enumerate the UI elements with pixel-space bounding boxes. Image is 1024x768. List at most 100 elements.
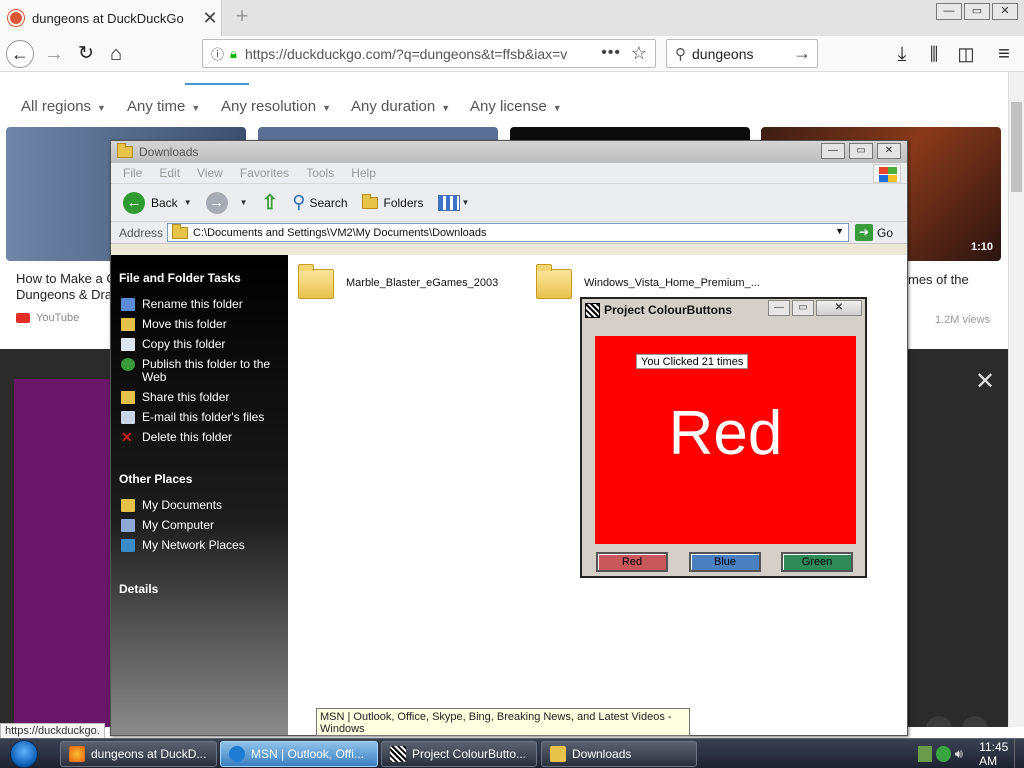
filter-duration[interactable]: Any duration ▼ [351, 98, 450, 115]
taskbar-item-ie[interactable]: MSN | Outlook, Offi... [220, 741, 378, 767]
address-dropdown-icon[interactable]: ▼ [835, 226, 844, 236]
place-my-documents[interactable]: My Documents [111, 499, 288, 512]
back-button[interactable]: ← [6, 40, 34, 68]
new-tab-button[interactable]: + [230, 4, 254, 28]
reload-button[interactable]: ↻ [72, 40, 100, 68]
volume-icon[interactable]: 🔊︎ [955, 746, 969, 762]
minimize-button[interactable]: — [768, 300, 790, 316]
red-button[interactable]: Red [596, 552, 668, 572]
go-button[interactable]: ➜ Go [855, 224, 893, 241]
forward-arrow-icon: → [205, 191, 228, 214]
details-heading[interactable]: Details [111, 582, 288, 596]
home-button[interactable]: ⌂ [102, 40, 130, 68]
folders-button[interactable]: Folders [361, 193, 424, 210]
task-share[interactable]: Share this folder [111, 391, 288, 404]
menu-view[interactable]: View [197, 166, 223, 180]
search-button[interactable]: ⚲ Search [292, 192, 347, 213]
task-rename[interactable]: Rename this folder [111, 298, 288, 311]
taskbar-item-downloads[interactable]: Downloads [541, 741, 697, 767]
task-label: Move this folder [142, 317, 227, 331]
back-label: Back [151, 195, 178, 210]
task-publish[interactable]: Publish this folder to the Web [111, 358, 288, 384]
maximize-button[interactable]: ▭ [849, 143, 873, 159]
url-text[interactable]: https://duckduckgo.com/?q=dungeons&t=ffs… [245, 46, 585, 62]
blue-button[interactable]: Blue [689, 552, 761, 572]
app-titlebar[interactable]: Project ColourButtons — ▭ ✕ [582, 299, 865, 321]
menu-icon[interactable]: ≡ [990, 40, 1018, 68]
up-folder-button[interactable]: ⇧ [262, 190, 279, 215]
task-label: MSN | Outlook, Offi... [251, 747, 364, 761]
close-button[interactable]: ✕ [816, 300, 862, 316]
back-button[interactable]: ← Back ▼ [123, 191, 192, 214]
file-name[interactable]: Windows_Vista_Home_Premium_... [584, 277, 760, 289]
maximize-button[interactable]: ▭ [964, 3, 990, 20]
library-icon[interactable]: ⫼ [920, 40, 948, 68]
filter-regions[interactable]: All regions ▼ [21, 98, 106, 115]
network-tray-icon[interactable] [918, 746, 933, 762]
task-delete[interactable]: ✕ Delete this folder [111, 430, 288, 444]
bookmark-star-icon[interactable]: ☆ [631, 43, 647, 64]
url-bar[interactable]: ⓘ 🔒︎ https://duckduckgo.com/?q=dungeons&… [202, 39, 656, 68]
close-preview-icon[interactable]: ✕ [975, 367, 995, 396]
filter-time[interactable]: Any time ▼ [127, 98, 200, 115]
task-email[interactable]: E-mail this folder's files [111, 411, 288, 424]
taskbar-item-firefox[interactable]: dungeons at DuckD... [60, 741, 217, 767]
menu-edit[interactable]: Edit [159, 166, 180, 180]
downloads-icon[interactable]: ⤓ [888, 40, 916, 68]
menu-favorites[interactable]: Favorites [240, 166, 289, 180]
page-scrollbar[interactable] [1008, 72, 1024, 727]
search-icon: ⚲ [675, 45, 686, 63]
taskbar-item-colourbuttons[interactable]: Project ColourButto... [381, 741, 537, 767]
task-label: Project ColourButto... [412, 747, 527, 761]
previous-arrow-icon[interactable]: ‹ [926, 716, 952, 727]
show-desktop-button[interactable] [1014, 739, 1024, 768]
address-input[interactable]: C:\Documents and Settings\VM2\My Documen… [167, 223, 850, 242]
folder-icon[interactable] [298, 264, 334, 299]
views-button[interactable]: ▼ [437, 194, 469, 211]
close-button[interactable]: ✕ [992, 3, 1018, 20]
page-actions-icon[interactable]: ••• [601, 44, 621, 62]
taskbar: dungeons at DuckD... MSN | Outlook, Offi… [0, 738, 1024, 768]
menu-tools[interactable]: Tools [306, 166, 334, 180]
other-places-heading[interactable]: Other Places [111, 472, 288, 486]
file-folder-tasks-heading[interactable]: File and Folder Tasks [111, 271, 288, 285]
youtube-icon [16, 313, 30, 323]
task-label: Rename this folder [142, 297, 243, 311]
file-name[interactable]: Marble_Blaster_eGames_2003 [346, 277, 498, 289]
minimize-button[interactable]: — [821, 143, 845, 159]
maximize-button[interactable]: ▭ [792, 300, 814, 316]
folder-icon[interactable] [536, 264, 572, 299]
green-button[interactable]: Green [781, 552, 853, 572]
close-tab-icon[interactable]: ✕ [199, 8, 221, 29]
video-title[interactable]: mes of the [908, 272, 969, 287]
forward-button[interactable]: → ▼ [205, 191, 248, 214]
start-button[interactable] [4, 739, 44, 768]
click-counter-label: You Clicked 21 times [636, 354, 749, 369]
filter-resolution[interactable]: Any resolution ▼ [221, 98, 331, 115]
network-icon [121, 539, 135, 552]
scrollbar-thumb[interactable] [1011, 102, 1022, 192]
search-bar[interactable]: ⚲ dungeons → [666, 39, 818, 68]
close-button[interactable]: ✕ [877, 143, 901, 159]
task-copy[interactable]: Copy this folder [111, 338, 288, 351]
explorer-titlebar[interactable]: Downloads — ▭ ✕ [111, 141, 907, 163]
menu-file[interactable]: File [123, 166, 142, 180]
menu-help[interactable]: Help [351, 166, 376, 180]
caret-down-icon[interactable]: ▼ [184, 198, 192, 207]
forward-button[interactable]: → [40, 40, 68, 68]
info-icon[interactable]: ⓘ [211, 44, 224, 63]
place-my-computer[interactable]: My Computer [111, 519, 288, 532]
utorrent-icon[interactable] [936, 746, 951, 762]
sidebar-icon[interactable]: ◫ [952, 40, 980, 68]
address-bar: Address C:\Documents and Settings\VM2\My… [111, 222, 907, 244]
place-my-network[interactable]: My Network Places [111, 539, 288, 552]
filter-license[interactable]: Any license ▼ [470, 98, 562, 115]
browser-tab[interactable]: dungeons at DuckDuckGo ✕ [0, 0, 222, 36]
next-arrow-icon[interactable]: › [962, 716, 988, 727]
task-move[interactable]: Move this folder [111, 318, 288, 331]
search-query[interactable]: dungeons [692, 46, 793, 62]
minimize-button[interactable]: — [936, 3, 962, 20]
address-path[interactable]: C:\Documents and Settings\VM2\My Documen… [193, 227, 486, 239]
caret-down-icon[interactable]: ▼ [240, 198, 248, 207]
search-go-icon[interactable]: → [793, 43, 811, 64]
